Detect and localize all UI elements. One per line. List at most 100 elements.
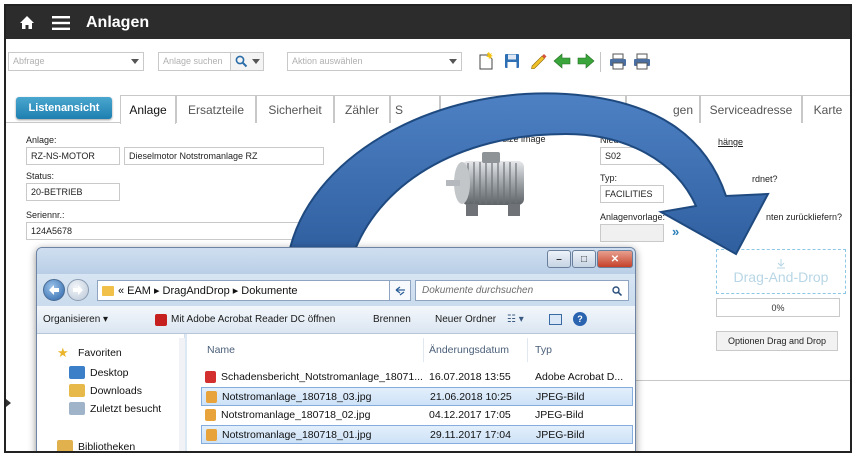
search-button[interactable]: [230, 52, 264, 71]
file-row[interactable]: Notstromanlage_180718_03.jpg 21.06.2018 1…: [201, 387, 633, 406]
new-record-button[interactable]: [476, 50, 496, 72]
section-divider: [626, 380, 850, 381]
motor-image[interactable]: [442, 146, 542, 226]
tab-gen[interactable]: gen: [626, 95, 700, 123]
column-name[interactable]: Name: [207, 344, 235, 356]
print-setup-button[interactable]: [632, 50, 652, 72]
address-bar[interactable]: « EAM ▸ DragAndDrop ▸ Dokumente: [97, 280, 403, 301]
view-options-icon[interactable]: ☷ ▾: [507, 314, 524, 325]
breadcrumb-draganddrop[interactable]: DragAndDrop: [163, 285, 230, 297]
double-chevron-right-icon[interactable]: »: [672, 224, 679, 239]
file-row[interactable]: Notstromanlage_180718_02.jpg 04.12.2017 1…: [201, 406, 633, 425]
collapse-arrow-icon[interactable]: [6, 399, 11, 407]
file-type: Adobe Acrobat D...: [535, 371, 624, 383]
previous-button[interactable]: [552, 50, 572, 72]
column-separator: [423, 338, 424, 362]
preview-pane-icon[interactable]: [549, 314, 562, 325]
anlage-description-field[interactable]: Dieselmotor Notstromanlage RZ: [124, 147, 324, 165]
printer-icon: [610, 53, 626, 69]
breadcrumb-dokumente[interactable]: Dokumente: [241, 285, 297, 297]
tab-ersatzteile[interactable]: Ersatzteile: [176, 95, 256, 123]
anhaenge-link[interactable]: hänge: [718, 137, 743, 147]
file-row[interactable]: Notstromanlage_180718_01.jpg 29.11.2017 1…: [201, 425, 633, 444]
column-date[interactable]: Änderungsdatum: [429, 344, 509, 356]
drag-and-drop-label: Drag-And-Drop: [733, 268, 829, 285]
organize-menu[interactable]: Organisieren ▾: [43, 314, 108, 325]
nav-desktop[interactable]: Desktop: [69, 366, 129, 379]
query-select[interactable]: Abfrage: [8, 52, 144, 71]
search-input-placeholder: Anlage suchen: [163, 56, 223, 66]
nav-libraries[interactable]: Bibliotheken: [57, 440, 135, 451]
status-field[interactable]: 20-BETRIEB: [26, 183, 120, 201]
help-icon[interactable]: ?: [573, 312, 587, 326]
list-view-button[interactable]: Listenansicht: [16, 97, 112, 119]
anlage-label: Anlage:: [26, 135, 57, 145]
organize-menu-label: Organisieren: [43, 314, 101, 325]
tab-serviceadresse[interactable]: Serviceadresse: [700, 95, 802, 123]
nav-favorites[interactable]: ★ Favoriten: [57, 346, 122, 359]
nav-desktop-label: Desktop: [90, 366, 129, 379]
home-icon[interactable]: [12, 6, 42, 39]
nav-recent-label: Zuletzt besucht: [90, 402, 162, 415]
edit-button[interactable]: [528, 50, 548, 72]
forward-button[interactable]: [67, 279, 89, 301]
tab-sicherheit[interactable]: Sicherheit: [256, 95, 334, 123]
toolbar: Abfrage Anlage suchen Aktion auswählen: [6, 39, 850, 89]
file-row[interactable]: Schadensbericht_Notstromanlage_18071... 1…: [201, 368, 633, 387]
tab-beziehungen[interactable]: Beziehungen: [440, 95, 566, 123]
save-button[interactable]: [502, 50, 522, 72]
refresh-button[interactable]: [389, 280, 411, 301]
explorer-search-placeholder: Dokumente durchsuchen: [422, 285, 534, 296]
niederlassung-field[interactable]: S02: [600, 147, 664, 165]
search-icon: [235, 55, 248, 68]
back-button[interactable]: [43, 279, 65, 301]
vorlage-field[interactable]: [600, 224, 664, 242]
typ-field[interactable]: FACILITIES: [600, 185, 664, 203]
tab-anlage[interactable]: Anlage: [120, 95, 176, 124]
recent-places-icon: [69, 402, 85, 415]
download-icon: [777, 258, 785, 268]
folder-icon: [102, 285, 114, 296]
file-type: JPEG-Bild: [535, 409, 584, 421]
open-with-acrobat-button[interactable]: Mit Adobe Acrobat Reader DC öffnen: [171, 314, 335, 325]
typ-label: Typ:: [600, 173, 618, 183]
file-type: JPEG-Bild: [536, 429, 585, 441]
nav-scrollbar[interactable]: [179, 338, 185, 451]
explorer-navbar: « EAM ▸ DragAndDrop ▸ Dokumente Dokument…: [37, 274, 635, 306]
nav-downloads[interactable]: Downloads: [69, 384, 142, 397]
anlage-field[interactable]: RZ-NS-MOTOR: [26, 147, 120, 165]
minimize-button[interactable]: –: [547, 250, 571, 268]
print-button[interactable]: [608, 50, 628, 72]
tab-a[interactable]: A: [566, 95, 626, 123]
acrobat-icon: [155, 314, 167, 326]
chevron-down-icon: [131, 59, 139, 64]
jpg-icon: [205, 409, 216, 421]
hamburger-menu-icon[interactable]: [46, 6, 76, 39]
zurueckliefern-label: nten zurückliefern?: [766, 212, 843, 222]
file-explorer-window[interactable]: – □ ✕ « EAM ▸ DragAndDrop ▸ Dokumente Do…: [36, 247, 636, 451]
libraries-icon: [57, 440, 73, 451]
tab-s[interactable]: S: [390, 95, 440, 123]
nav-recent[interactable]: Zuletzt besucht: [69, 402, 161, 415]
drag-and-drop-zone[interactable]: Drag-And-Drop: [716, 249, 846, 294]
breadcrumb-overflow[interactable]: «: [118, 285, 124, 297]
column-type[interactable]: Typ: [535, 344, 552, 356]
breadcrumb-separator: ▸: [232, 285, 239, 297]
search-input[interactable]: Anlage suchen: [158, 52, 230, 71]
arrow-right-icon: [577, 53, 595, 69]
explorer-titlebar[interactable]: – □ ✕: [37, 248, 635, 274]
tab-karte[interactable]: Karte: [802, 95, 850, 123]
downloads-folder-icon: [69, 384, 85, 397]
close-button[interactable]: ✕: [597, 250, 633, 268]
file-date: 16.07.2018 13:55: [429, 371, 511, 383]
maximize-button[interactable]: □: [572, 250, 596, 268]
burn-button[interactable]: Brennen: [373, 314, 411, 325]
next-button[interactable]: [576, 50, 596, 72]
drag-drop-options-button[interactable]: Optionen Drag and Drop: [716, 331, 838, 351]
breadcrumb-eam[interactable]: EAM: [127, 285, 151, 297]
action-select[interactable]: Aktion auswählen: [287, 52, 462, 71]
new-folder-button[interactable]: Neuer Ordner: [435, 314, 496, 325]
serial-field[interactable]: 124A5678: [26, 222, 326, 240]
tab-zaehler[interactable]: Zähler: [334, 95, 390, 123]
explorer-search-input[interactable]: Dokumente durchsuchen: [415, 280, 629, 301]
